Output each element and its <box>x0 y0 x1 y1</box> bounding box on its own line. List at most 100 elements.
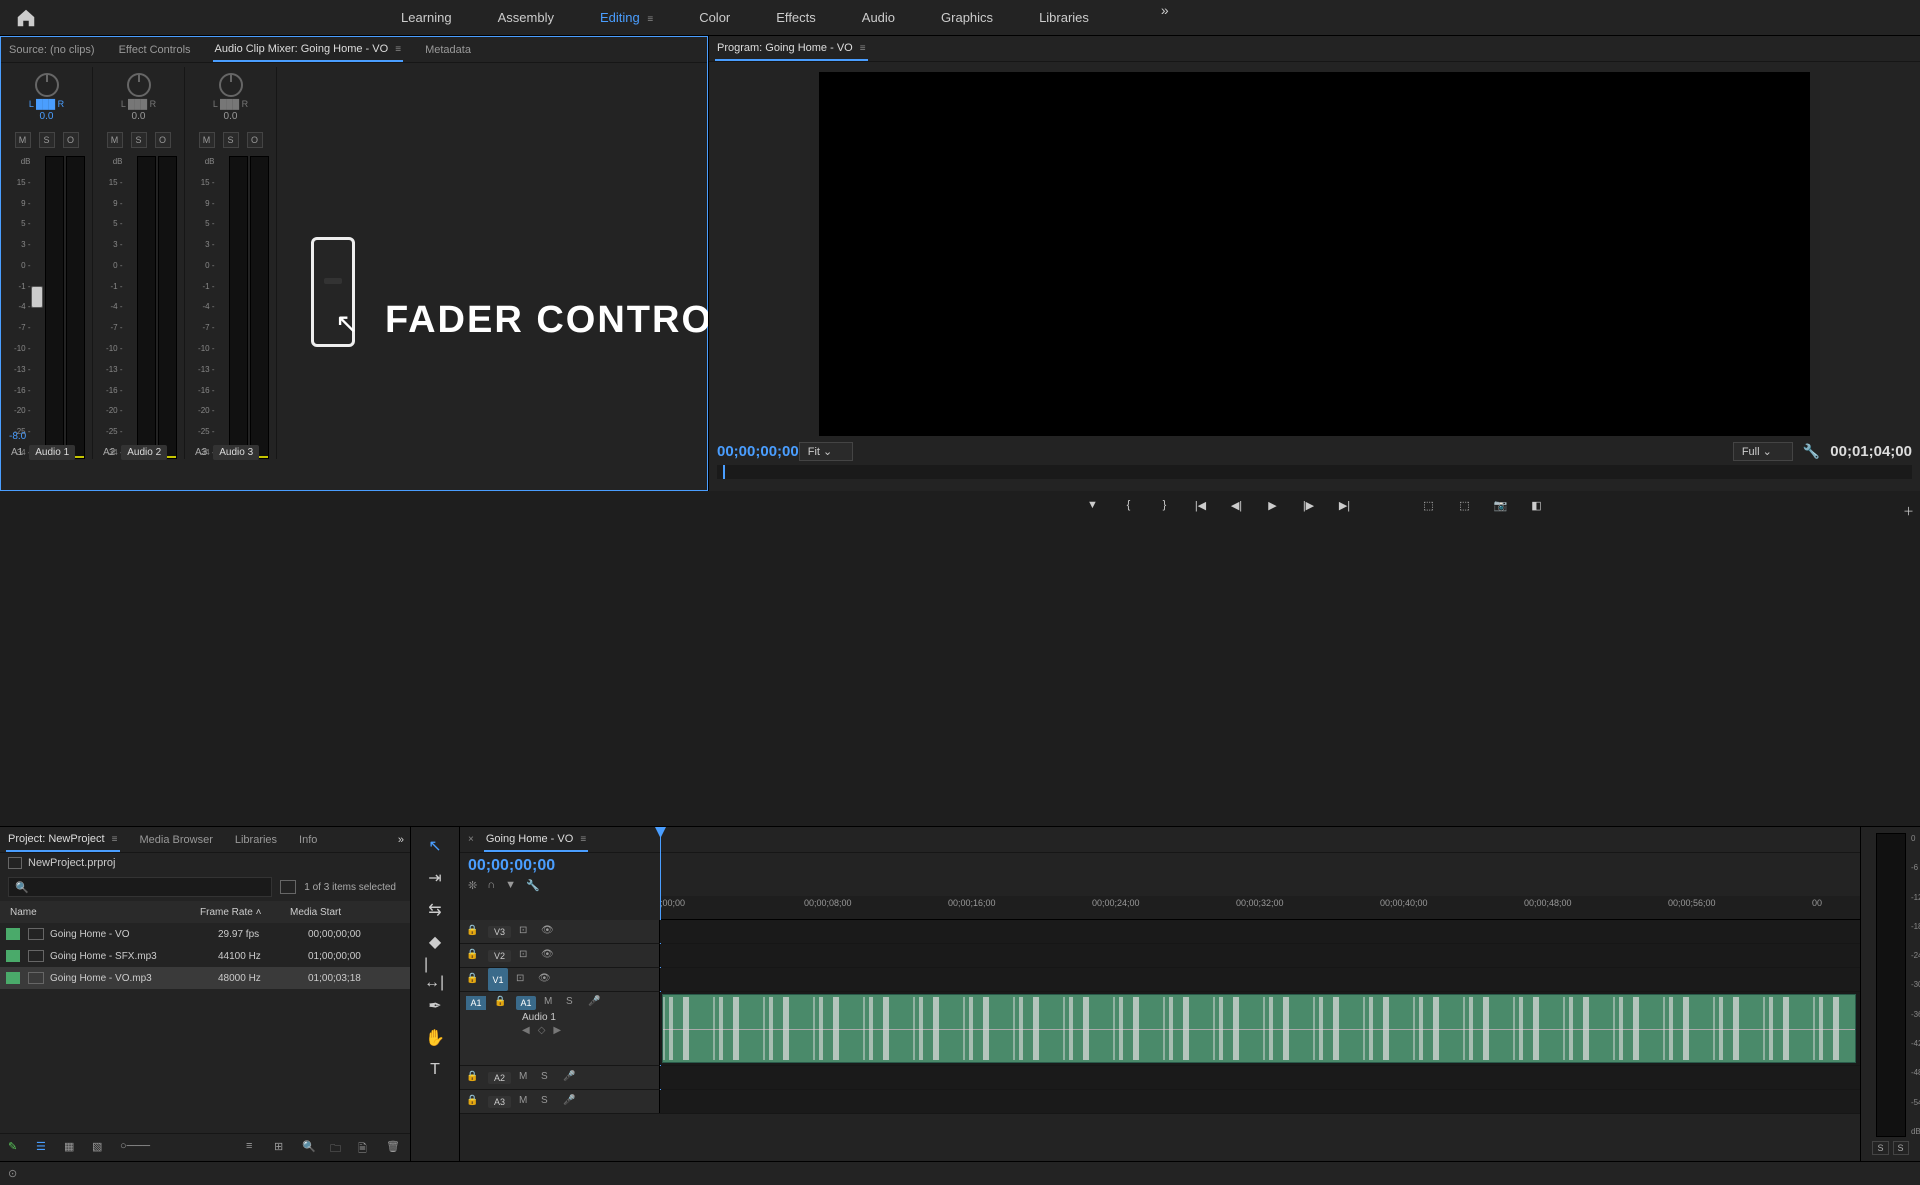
zoom-slider[interactable]: ○─── <box>120 1140 136 1156</box>
bin-row[interactable]: Going Home - VO 29.97 fps 00;00;00;00 <box>0 923 410 945</box>
resolution-select[interactable]: Full ⌄ <box>1733 442 1793 461</box>
timeline-ruler[interactable]: ;00;00 00;00;08;00 00;00;16;00 00;00;24;… <box>660 896 1860 920</box>
go-to-out-icon[interactable]: ▶| <box>1336 496 1354 514</box>
bin-row[interactable]: Going Home - SFX.mp3 44100 Hz 01;00;00;0… <box>0 945 410 967</box>
hand-tool-icon[interactable]: ✋ <box>424 1027 446 1049</box>
fader-slot[interactable] <box>215 156 227 459</box>
label-chip[interactable] <box>6 950 20 962</box>
status-icon[interactable]: ⊙ <box>8 1167 17 1180</box>
video-track-v1[interactable]: 🔒V1⊡👁 <box>460 968 1860 992</box>
mute-button[interactable]: M <box>107 132 123 148</box>
voice-over-icon[interactable]: 🎤 <box>563 1095 577 1109</box>
toggle-output-icon[interactable]: ⊡ <box>519 925 533 939</box>
lock-icon[interactable]: 🔒 <box>466 973 480 987</box>
label-chip[interactable] <box>6 928 20 940</box>
tab-metadata[interactable]: Metadata <box>423 39 473 61</box>
solo-button[interactable]: S <box>566 996 580 1010</box>
tab-project[interactable]: Project: NewProject ≡ <box>6 828 120 852</box>
ws-overflow-icon[interactable]: » <box>1161 2 1169 33</box>
tab-effect-controls[interactable]: Effect Controls <box>117 39 193 61</box>
voice-over-icon[interactable]: 🎤 <box>563 1071 577 1085</box>
selection-tool-icon[interactable]: ↖ <box>424 835 446 857</box>
ws-assembly[interactable]: Assembly <box>494 2 558 33</box>
lock-icon[interactable]: 🔒 <box>466 1071 480 1085</box>
tab-media-browser[interactable]: Media Browser <box>138 829 215 851</box>
tab-libraries[interactable]: Libraries <box>233 829 279 851</box>
solo-button[interactable]: S <box>131 132 147 148</box>
fader-slot[interactable] <box>123 156 135 459</box>
audio-clip[interactable] <box>662 994 1856 1063</box>
sort-icon[interactable]: ≡ <box>246 1140 262 1156</box>
export-frame-icon[interactable]: 📷 <box>1492 496 1510 514</box>
lift-icon[interactable]: ⬚ <box>1420 496 1438 514</box>
ripple-tool-icon[interactable]: ⇆ <box>424 899 446 921</box>
marker-icon[interactable]: ▼ <box>505 879 516 892</box>
type-tool-icon[interactable]: T <box>424 1059 446 1081</box>
ws-libraries[interactable]: Libraries <box>1035 2 1093 33</box>
mute-button[interactable]: M <box>519 1071 533 1085</box>
record-button[interactable]: O <box>155 132 171 148</box>
bin-row[interactable]: Going Home - VO.mp3 48000 Hz 01;00;03;18 <box>0 967 410 989</box>
tab-program[interactable]: Program: Going Home - VO ≡ <box>715 37 868 61</box>
solo-left-button[interactable]: S <box>1872 1141 1888 1155</box>
ws-editing[interactable]: Editing ≡ <box>596 2 657 33</box>
new-bin-icon[interactable]: 🗀 <box>330 1140 346 1156</box>
voice-over-icon[interactable]: 🎤 <box>588 996 602 1010</box>
solo-button[interactable]: S <box>541 1071 555 1085</box>
label-chip[interactable] <box>6 972 20 984</box>
slip-tool-icon[interactable]: |↔| <box>424 963 446 985</box>
channel-name[interactable]: Audio 3 <box>213 445 259 460</box>
mute-button[interactable]: M <box>544 996 558 1010</box>
zoom-fit-select[interactable]: Fit ⌄ <box>799 442 854 461</box>
new-item-icon[interactable]: 🗎 <box>358 1140 374 1156</box>
icon-view-icon[interactable]: ▦ <box>64 1140 80 1156</box>
program-out-timecode[interactable]: 00;01;04;00 <box>1830 443 1912 460</box>
master-meter[interactable]: 0-6-12-18-24-30-36-42-48-54dB <box>1876 833 1906 1137</box>
ws-editing-menu-icon[interactable]: ≡ <box>647 14 653 25</box>
solo-right-button[interactable]: S <box>1893 1141 1909 1155</box>
pan-knob[interactable] <box>219 73 243 97</box>
ws-graphics[interactable]: Graphics <box>937 2 997 33</box>
lock-icon[interactable]: 🔒 <box>466 1095 480 1109</box>
home-icon[interactable] <box>15 7 37 29</box>
keyframe-add-icon[interactable]: ◇ <box>538 1025 546 1036</box>
timeline-timecode[interactable]: 00;00;00;00 <box>468 857 555 875</box>
ws-effects[interactable]: Effects <box>772 2 820 33</box>
channel-name[interactable]: Audio 2 <box>121 445 167 460</box>
video-track-v2[interactable]: 🔒V2⊡👁 <box>460 944 1860 968</box>
pan-value[interactable]: 0.0 <box>40 111 54 122</box>
tab-menu-icon[interactable]: ≡ <box>395 44 401 55</box>
col-mediastart[interactable]: Media Start <box>290 907 400 918</box>
ws-audio[interactable]: Audio <box>858 2 899 33</box>
record-button[interactable]: O <box>247 132 263 148</box>
extract-icon[interactable]: ⬚ <box>1456 496 1474 514</box>
pan-value[interactable]: 0.0 <box>224 111 238 122</box>
ws-learning[interactable]: Learning <box>397 2 456 33</box>
go-to-in-icon[interactable]: |◀ <box>1192 496 1210 514</box>
solo-button[interactable]: S <box>541 1095 555 1109</box>
lock-icon[interactable]: 🔒 <box>466 949 480 963</box>
program-viewer[interactable] <box>819 72 1810 436</box>
pan-value[interactable]: 0.0 <box>132 111 146 122</box>
compare-icon[interactable]: ◧ <box>1528 496 1546 514</box>
record-button[interactable]: O <box>63 132 79 148</box>
trash-icon[interactable]: 🗑 <box>386 1140 402 1156</box>
add-marker-icon[interactable]: ▼ <box>1084 496 1102 514</box>
mute-button[interactable]: M <box>199 132 215 148</box>
track-select-tool-icon[interactable]: ⇥ <box>424 867 446 889</box>
fader-slot[interactable] <box>31 156 43 459</box>
settings-icon[interactable]: 🔧 <box>526 879 540 892</box>
eye-icon[interactable]: 👁 <box>541 925 555 939</box>
mark-in-icon[interactable]: { <box>1120 496 1138 514</box>
lock-icon[interactable]: 🔒 <box>494 996 508 1010</box>
search-input[interactable]: 🔍 <box>8 877 272 897</box>
audio-track-a1[interactable]: A1 🔒 A1 M S 🎤 Audio 1 ◀ ◇ ▶ <box>460 992 1860 1066</box>
link-icon[interactable]: ∩ <box>487 879 495 892</box>
video-track-v3[interactable]: 🔒V3⊡👁 <box>460 920 1860 944</box>
bin-icon[interactable] <box>8 857 22 869</box>
source-patch[interactable]: A1 <box>466 996 486 1010</box>
col-framerate[interactable]: Frame Rate ˄ <box>200 907 290 918</box>
play-icon[interactable]: ▶ <box>1264 496 1282 514</box>
program-in-timecode[interactable]: 00;00;00;00 <box>717 443 799 460</box>
mute-button[interactable]: M <box>519 1095 533 1109</box>
